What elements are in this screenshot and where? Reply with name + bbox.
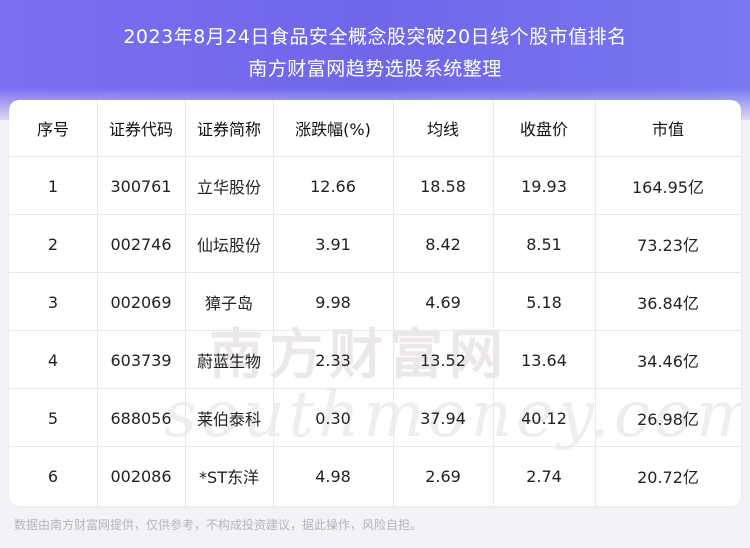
cell-code: 002069	[110, 292, 172, 312]
cell-change: 9.98	[315, 292, 351, 312]
cell-close: 40.12	[521, 408, 567, 428]
cell-code: 002086	[110, 466, 172, 486]
cell-index: 5	[47, 408, 59, 428]
data-table: 南方财富网 southmoney.com 序号 证券代码 证券简称 涨跌幅(%)…	[9, 100, 741, 506]
table-row: 3 002069 獐子岛 9.98 4.69 5.18 36.84亿	[9, 273, 741, 331]
cell-code: 688056	[110, 408, 172, 428]
cell-index: 4	[47, 350, 59, 370]
cell-code: 603739	[110, 350, 172, 370]
cell-market-cap: 34.46亿	[637, 352, 699, 371]
cell-name: 獐子岛	[204, 294, 253, 313]
cell-close: 19.93	[521, 176, 567, 196]
disclaimer: 数据由南方财富网提供，仅供参考，不构成投资建议，据此操作，风险自担。	[14, 518, 423, 532]
cell-index: 1	[47, 176, 59, 196]
table-row: 1 300761 立华股份 12.66 18.58 19.93 164.95亿	[9, 157, 741, 215]
cell-name: 蔚蓝生物	[196, 352, 261, 371]
cell-change: 3.91	[315, 234, 351, 254]
cell-code: 002746	[110, 234, 172, 254]
cell-ma: 13.52	[420, 350, 466, 370]
cell-close: 8.51	[526, 234, 562, 254]
page-title: 2023年8月24日食品安全概念股突破20日线个股市值排名	[123, 26, 627, 48]
cell-ma: 18.58	[420, 176, 466, 196]
cell-index: 6	[47, 466, 59, 486]
cell-market-cap: 36.84亿	[637, 294, 699, 313]
cell-market-cap: 26.98亿	[637, 410, 699, 429]
cell-market-cap: 73.23亿	[637, 236, 699, 255]
cell-ma: 37.94	[420, 408, 466, 428]
cell-ma: 8.42	[425, 234, 461, 254]
cell-close: 2.74	[526, 466, 562, 486]
cell-index: 2	[47, 234, 59, 254]
header-code: 证券代码	[108, 120, 173, 139]
cell-change: 2.33	[315, 350, 351, 370]
header-ma: 均线	[426, 120, 459, 139]
cell-name: 莱伯泰科	[196, 410, 261, 429]
table-row: 4 603739 蔚蓝生物 2.33 13.52 13.64 34.46亿	[9, 331, 741, 389]
cell-ma: 4.69	[425, 292, 461, 312]
cell-code: 300761	[110, 176, 172, 196]
table-row: 2 002746 仙坛股份 3.91 8.42 8.51 73.23亿	[9, 215, 741, 273]
table-row: 6 002086 *ST东洋 4.98 2.69 2.74 20.72亿	[9, 447, 741, 505]
header-close: 收盘价	[519, 120, 568, 139]
cell-market-cap: 164.95亿	[632, 178, 704, 197]
header-market-cap: 市值	[651, 120, 684, 139]
cell-change: 4.98	[315, 466, 351, 486]
cell-ma: 2.69	[425, 466, 461, 486]
cell-change: 0.30	[315, 408, 351, 428]
cell-market-cap: 20.72亿	[637, 468, 699, 487]
header-index: 序号	[36, 120, 69, 139]
cell-name: *ST东洋	[199, 468, 259, 487]
cell-name: 立华股份	[196, 178, 261, 197]
cell-close: 5.18	[526, 292, 562, 312]
header-name: 证券简称	[196, 120, 261, 139]
cell-index: 3	[47, 292, 59, 312]
cell-close: 13.64	[521, 350, 567, 370]
page-subtitle: 南方财富网趋势选股系统整理	[248, 58, 502, 80]
table-header: 序号 证券代码 证券简称 涨跌幅(%) 均线 收盘价 市值	[9, 100, 741, 156]
cell-name: 仙坛股份	[196, 236, 261, 255]
cell-change: 12.66	[310, 176, 356, 196]
header-change: 涨跌幅(%)	[295, 120, 371, 139]
table-row: 5 688056 莱伯泰科 0.30 37.94 40.12 26.98亿	[9, 389, 741, 447]
